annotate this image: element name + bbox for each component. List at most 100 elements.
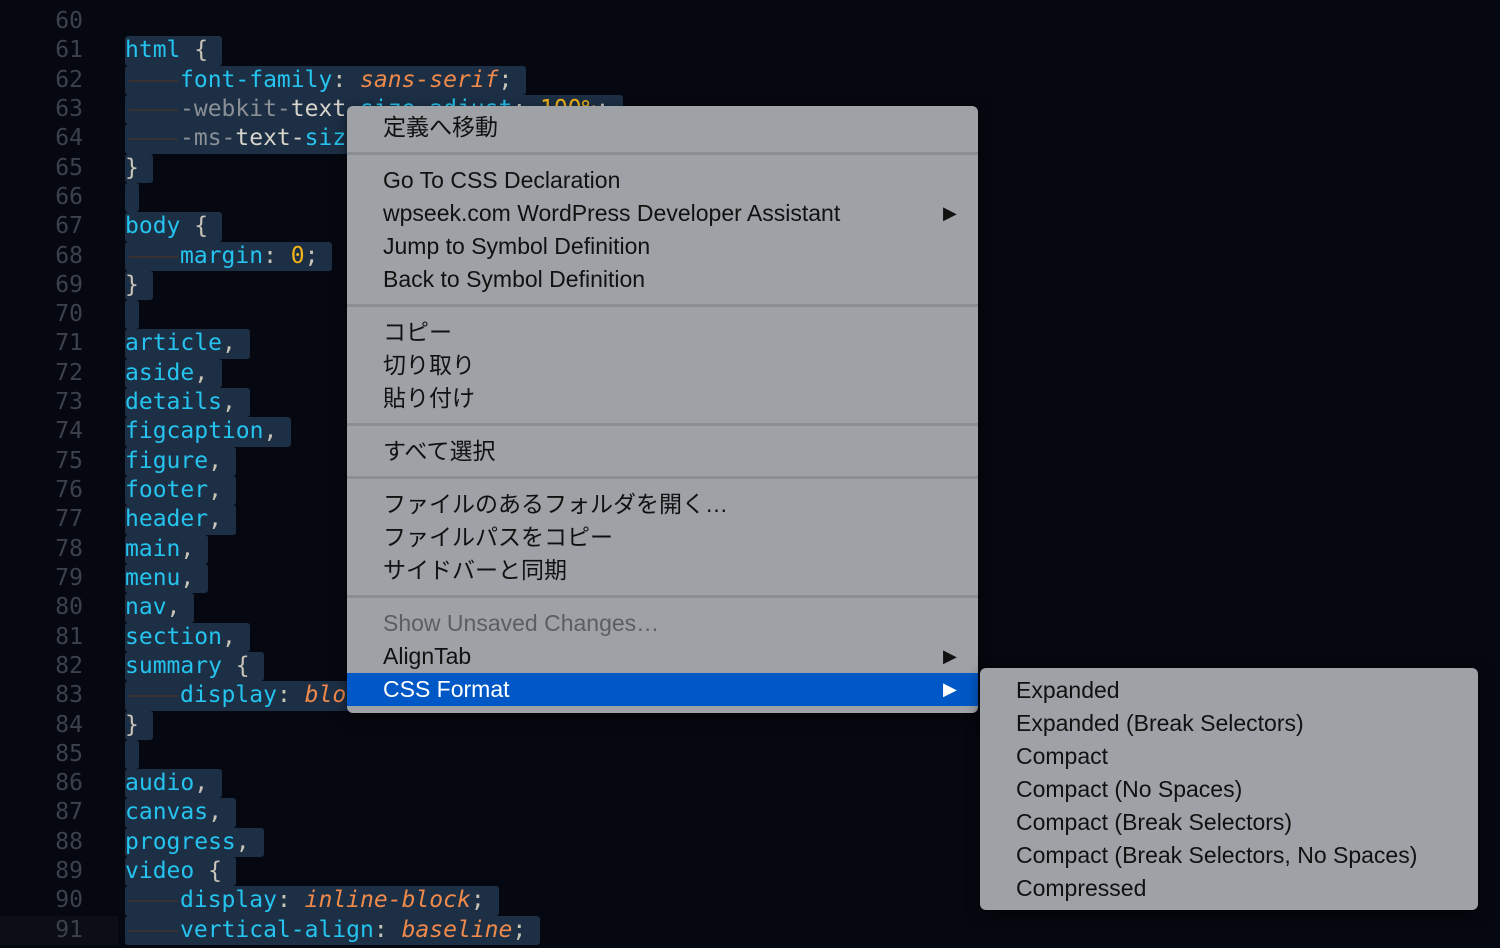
line-number: 62 <box>55 66 83 93</box>
menu-item-item-2-2[interactable]: 貼り付け <box>347 382 978 415</box>
selected-text[interactable]: main, <box>125 534 209 564</box>
menu-item-label: 切り取り <box>383 352 475 378</box>
code-text[interactable] <box>125 7 139 36</box>
selected-text[interactable] <box>125 739 139 770</box>
menu-item-label: Compact (No Spaces) <box>1016 776 1243 802</box>
selected-text[interactable] <box>125 300 139 330</box>
code-line[interactable]: 62 font-family: sans-serif; <box>0 65 1500 95</box>
indent-guide <box>125 681 180 710</box>
menu-item-css-format[interactable]: CSS Format ▶ <box>347 673 978 706</box>
indent-guide <box>125 66 180 95</box>
menu-item-label: Compact <box>1016 743 1109 769</box>
code-token-val: sans-serif <box>360 66 499 93</box>
line-number: 72 <box>55 359 83 386</box>
line-number: 74 <box>55 418 83 445</box>
code-token-punc: } <box>125 711 139 738</box>
selected-text[interactable]: html { <box>125 36 222 66</box>
selected-text[interactable]: summary { <box>125 651 264 682</box>
line-number: 87 <box>55 799 83 826</box>
menu-item-jump-to-symbol-definition[interactable]: Jump to Symbol Definition <box>347 230 978 263</box>
code-token-punc: : <box>332 66 361 93</box>
code-token-punc: : <box>373 916 402 943</box>
selected-text[interactable]: } <box>125 270 153 301</box>
triangle-right-icon: ▶ <box>943 679 957 699</box>
menu-item-item-2-0[interactable]: コピー <box>347 316 978 349</box>
code-token-sel: aside <box>125 359 195 386</box>
selected-text[interactable]: footer, <box>125 476 236 506</box>
menu-item-back-to-symbol-definition[interactable]: Back to Symbol Definition <box>347 263 978 296</box>
code-token-punc: ; <box>304 242 319 269</box>
menu-item-item-2-1[interactable]: 切り取り <box>347 349 978 382</box>
menu-item-wpseek-com-wordpress-developer-assistant[interactable]: wpseek.com WordPress Developer Assistant… <box>347 197 978 230</box>
line-number: 64 <box>55 125 83 152</box>
menu-item-item-4-0[interactable]: ファイルのあるフォルダを開く… <box>347 488 978 521</box>
menu-item-item-3-0[interactable]: すべて選択 <box>347 435 978 468</box>
line-number: 81 <box>55 623 83 650</box>
code-token-sel: nav <box>125 594 167 621</box>
menu-item-aligntab[interactable]: AlignTab ▶ <box>347 640 978 673</box>
submenu-item-expanded-break-selectors[interactable]: Expanded (Break Selectors) <box>980 707 1478 740</box>
submenu-item-compact-break-selectors[interactable]: Compact (Break Selectors) <box>980 806 1478 839</box>
menu-item-go-to-css-declaration[interactable]: Go To CSS Declaration <box>347 164 978 197</box>
menu-item-item-4-1[interactable]: ファイルパスをコピー <box>347 521 978 554</box>
code-token-punc: } <box>125 271 139 298</box>
code-line[interactable]: 61 html { <box>0 36 1500 66</box>
menu-item-label: すべて選択 <box>383 438 496 464</box>
triangle-right-icon: ▶ <box>943 646 957 666</box>
menu-item-label: AlignTab <box>383 643 472 669</box>
menu-item-label: ファイルのあるフォルダを開く… <box>383 491 728 517</box>
selected-text[interactable]: menu, <box>125 563 209 594</box>
selected-text[interactable]: nav, <box>125 593 195 623</box>
code-token-vendor: -ms- <box>180 125 236 152</box>
selected-text[interactable]: header, <box>125 505 236 535</box>
menu-item-label: Jump to Symbol Definition <box>383 233 651 259</box>
selected-text[interactable]: audio, <box>125 769 222 799</box>
code-token-vendor: -webkit- <box>180 95 291 122</box>
indent-guide <box>125 916 180 945</box>
selected-text[interactable]: details, <box>125 388 250 418</box>
selected-text[interactable]: figcaption, <box>125 417 292 447</box>
code-token-prop: font-family <box>180 66 333 93</box>
selected-text[interactable]: } <box>125 153 153 183</box>
selected-text[interactable]: margin: 0; <box>125 241 333 271</box>
selected-text[interactable]: progress, <box>125 827 264 858</box>
css-format-submenu: Expanded Expanded (Break Selectors) Compac… <box>980 668 1478 910</box>
submenu-item-compact[interactable]: Compact <box>980 740 1478 773</box>
menu-item-label: CSS Format <box>383 676 510 702</box>
menu-item-label: 定義へ移動 <box>383 114 498 140</box>
code-token-punc: , <box>221 623 236 650</box>
selected-text[interactable]: } <box>125 710 153 740</box>
code-line[interactable]: 91 vertical-align: baseline; <box>0 915 1500 945</box>
code-token-sel: body <box>125 213 181 240</box>
selected-text[interactable]: video { <box>125 857 236 887</box>
selected-text[interactable]: font-family: sans-serif; <box>125 65 527 95</box>
submenu-item-expanded[interactable]: Expanded <box>980 674 1478 707</box>
submenu-item-compact-no-spaces[interactable]: Compact (No Spaces) <box>980 773 1478 806</box>
code-token-punc: , <box>221 389 236 416</box>
code-token-prop: vertical-align <box>180 916 374 943</box>
menu-item-item-0-0[interactable]: 定義へ移動 <box>347 111 978 144</box>
selected-text[interactable]: body { <box>125 212 222 242</box>
selected-text[interactable]: display: inline-block; <box>125 886 499 916</box>
selected-text[interactable]: article, <box>125 329 250 359</box>
selected-text[interactable]: canvas, <box>125 798 236 828</box>
line-number: 71 <box>55 330 83 357</box>
menu-item-item-4-2[interactable]: サイドバーと同期 <box>347 554 978 587</box>
menu-separator <box>347 595 978 598</box>
selected-text[interactable] <box>125 182 139 213</box>
menu-separator <box>347 152 978 155</box>
menu-item-label: Show Unsaved Changes… <box>383 610 660 636</box>
line-number: 76 <box>55 477 83 503</box>
selected-text[interactable]: figure, <box>125 446 236 476</box>
code-token-punc: ; <box>470 887 485 914</box>
submenu-item-compressed[interactable]: Compressed <box>980 872 1478 905</box>
submenu-item-compact-break-selectors-no-spaces[interactable]: Compact (Break Selectors, No Spaces) <box>980 839 1478 872</box>
selected-text[interactable]: aside, <box>125 358 222 389</box>
line-number: 60 <box>55 8 83 34</box>
code-token-punc: , <box>221 330 236 357</box>
selected-text[interactable]: vertical-align: baseline; <box>125 915 541 945</box>
code-token-punc: ; <box>512 916 527 943</box>
selected-text[interactable]: section, <box>125 622 250 652</box>
code-line[interactable]: 60 <box>0 7 1500 36</box>
code-token-punc: , <box>194 770 209 797</box>
